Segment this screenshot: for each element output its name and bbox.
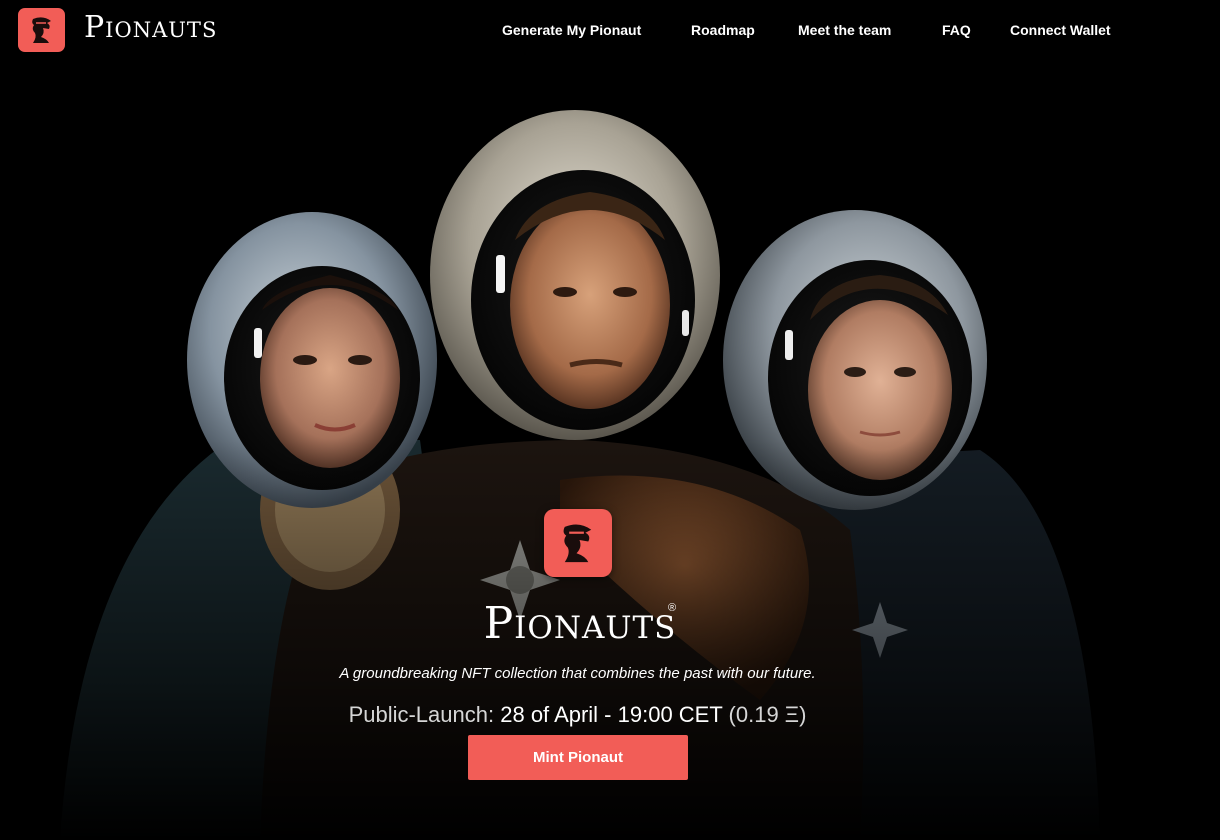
launch-label: Public-Launch: [348, 702, 495, 727]
launch-date: 28 of April - 19:00 CET [500, 702, 723, 727]
launch-info: Public-Launch: 28 of April - 19:00 CET (… [0, 702, 1155, 728]
mint-pionaut-button[interactable]: Mint Pionaut [468, 735, 688, 780]
site-header: Pionauts Generate My Pionaut Roadmap Mee… [0, 0, 1220, 64]
nav-faq[interactable]: FAQ [942, 22, 971, 38]
registered-mark: ® [668, 602, 677, 614]
hero-title: Pionauts [483, 598, 677, 649]
brand-name[interactable]: Pionauts [84, 10, 217, 45]
nav-connect-wallet[interactable]: Connect Wallet [1010, 22, 1111, 38]
page: Pionauts Generate My Pionaut Roadmap Mee… [0, 0, 1220, 840]
launch-price: (0.19 Ξ) [728, 702, 807, 727]
pioneer-profile-icon [31, 17, 51, 43]
pioneer-profile-icon [563, 524, 592, 563]
nav-roadmap[interactable]: Roadmap [691, 22, 755, 38]
hero-logo [544, 509, 612, 577]
nav-generate-my-pionaut[interactable]: Generate My Pionaut [502, 22, 641, 38]
hero-tagline: A groundbreaking NFT collection that com… [339, 665, 816, 682]
nav-meet-the-team[interactable]: Meet the team [798, 22, 891, 38]
logo-button[interactable] [18, 8, 65, 52]
